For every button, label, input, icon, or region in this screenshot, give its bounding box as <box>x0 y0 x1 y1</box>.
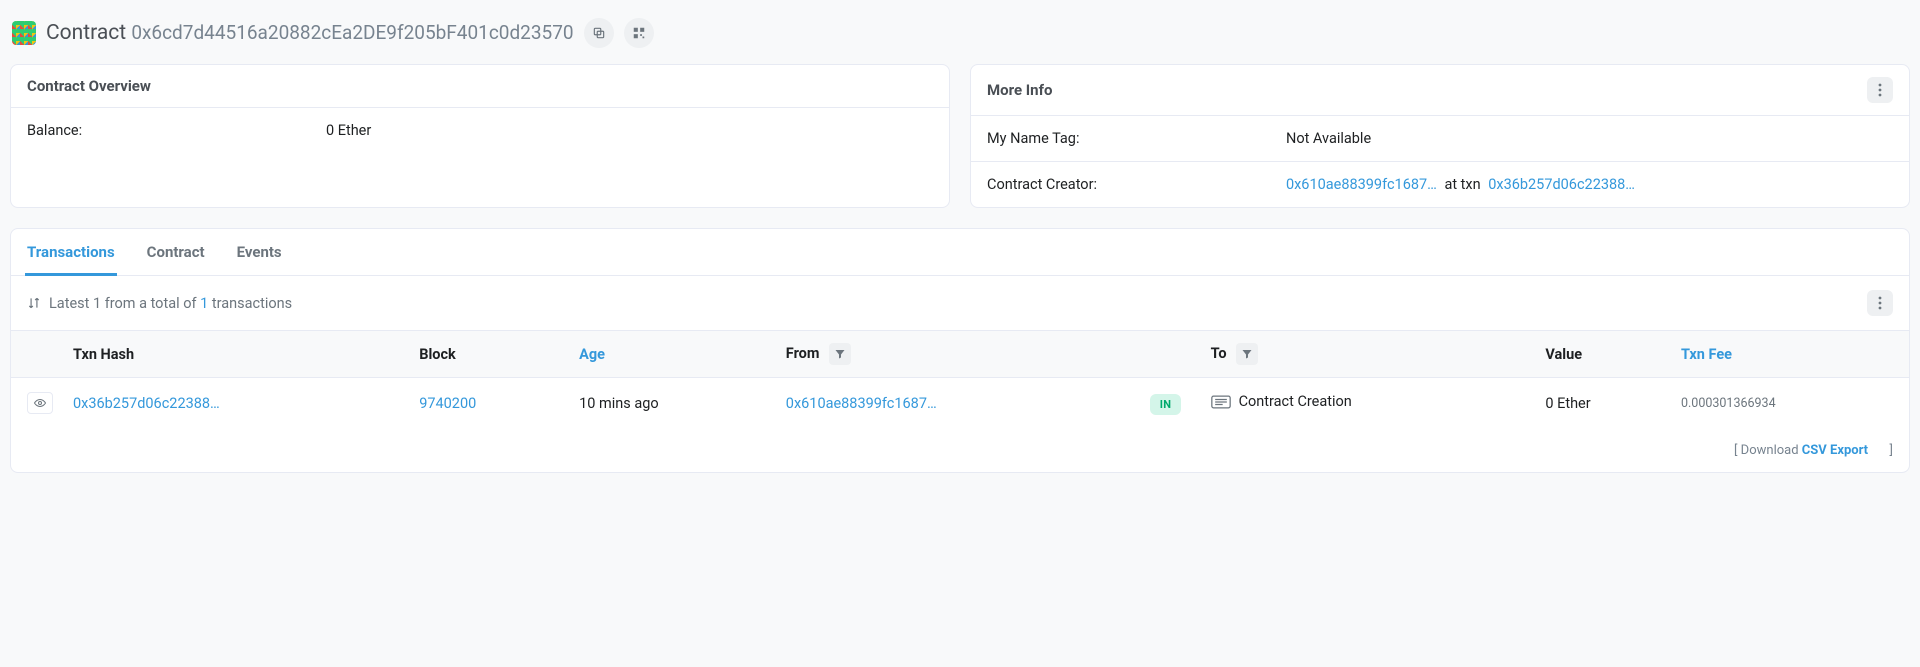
from-address-link[interactable]: 0x610ae88399fc1687… <box>786 395 937 412</box>
more-info-card: More Info My Name Tag: Not Available Con… <box>970 64 1910 208</box>
copy-address-button[interactable] <box>584 18 614 48</box>
tx-menu-button[interactable] <box>1867 290 1893 316</box>
tx-summary: Latest 1 from a total of 1 transactions <box>49 295 292 312</box>
txn-hash-link[interactable]: 0x36b257d06c22388… <box>73 395 220 412</box>
col-block: Block <box>409 331 569 378</box>
col-txn-hash: Txn Hash <box>63 331 409 378</box>
page-title: Contract 0x6cd7d44516a20882cEa2DE9f205bF… <box>46 21 574 45</box>
creator-txn-link[interactable]: 0x36b257d06c22388… <box>1488 176 1635 193</box>
contract-overview-card: Contract Overview Balance: 0 Ether <box>10 64 950 208</box>
tab-transactions[interactable]: Transactions <box>25 229 117 276</box>
tx-fee: 0.000301366934 <box>1671 378 1909 429</box>
qr-icon <box>632 26 646 40</box>
title-label: Contract <box>46 21 126 45</box>
more-info-menu-button[interactable] <box>1867 77 1893 103</box>
csv-export-link[interactable]: CSV Export <box>1802 443 1887 458</box>
col-value: Value <box>1535 331 1671 378</box>
contract-address: 0x6cd7d44516a20882cEa2DE9f205bF401c0d235… <box>131 21 573 44</box>
copy-icon <box>592 26 606 40</box>
card-title: Contract Overview <box>27 77 151 95</box>
funnel-icon <box>834 348 846 360</box>
direction-badge: IN <box>1150 394 1182 415</box>
contract-identicon <box>12 21 36 45</box>
page-header: Contract 0x6cd7d44516a20882cEa2DE9f205bF… <box>10 10 1910 64</box>
csv-export-label: CSV Export <box>1802 443 1868 458</box>
col-from-label: From <box>786 345 820 362</box>
from-filter-button[interactable] <box>829 343 851 365</box>
col-to: To <box>1201 331 1536 378</box>
col-age[interactable]: Age <box>569 331 776 378</box>
col-txn-fee[interactable]: Txn Fee <box>1671 331 1909 378</box>
name-tag-value: Not Available <box>1286 130 1893 147</box>
creator-address-link[interactable]: 0x610ae88399fc1687… <box>1286 176 1437 193</box>
col-from: From <box>776 331 1131 378</box>
document-icon <box>1211 395 1231 409</box>
download-prefix: [ Download <box>1734 443 1802 458</box>
to-filter-button[interactable] <box>1236 343 1258 365</box>
block-link[interactable]: 9740200 <box>419 395 476 412</box>
tab-events[interactable]: Events <box>235 229 284 276</box>
download-suffix: ] <box>1886 443 1893 458</box>
to-contract-creation: Contract Creation <box>1211 393 1352 410</box>
tx-summary-prefix: Latest 1 from a total of <box>49 295 200 312</box>
sort-icon <box>27 296 41 310</box>
card-title: More Info <box>987 81 1052 99</box>
balance-value: 0 Ether <box>326 122 933 139</box>
balance-row: Balance: 0 Ether <box>11 108 949 153</box>
kebab-icon <box>1878 83 1882 97</box>
kebab-icon <box>1878 296 1882 310</box>
balance-label: Balance: <box>27 122 326 139</box>
eye-icon <box>32 397 48 409</box>
at-txn-text: at txn <box>1444 176 1480 193</box>
panel-footer: [ Download CSV Export ] <box>11 428 1909 472</box>
name-tag-label: My Name Tag: <box>987 130 1286 147</box>
card-header: More Info <box>971 65 1909 116</box>
creator-label: Contract Creator: <box>987 176 1286 193</box>
tx-age: 10 mins ago <box>569 378 776 429</box>
col-to-label: To <box>1211 345 1227 362</box>
summary-cards-row: Contract Overview Balance: 0 Ether More … <box>10 64 1910 208</box>
to-label: Contract Creation <box>1239 393 1352 410</box>
tab-contract[interactable]: Contract <box>145 229 207 276</box>
transactions-panel: Transactions Contract Events Latest 1 fr… <box>10 228 1910 473</box>
col-age-label: Age <box>579 346 605 363</box>
panel-toolbar: Latest 1 from a total of 1 transactions <box>11 276 1909 330</box>
tx-preview-button[interactable] <box>27 392 53 414</box>
creator-row: Contract Creator: 0x610ae88399fc1687… at… <box>971 161 1909 207</box>
name-tag-row: My Name Tag: Not Available <box>971 116 1909 161</box>
table-row: 0x36b257d06c22388… 9740200 10 mins ago 0… <box>11 378 1909 429</box>
col-txn-fee-label: Txn Fee <box>1681 346 1732 363</box>
funnel-icon <box>1241 348 1253 360</box>
overview-spacer <box>11 153 949 193</box>
panel-tabs: Transactions Contract Events <box>11 229 1909 276</box>
creator-value: 0x610ae88399fc1687… at txn 0x36b257d06c2… <box>1286 176 1893 193</box>
card-header: Contract Overview <box>11 65 949 108</box>
transactions-table: Txn Hash Block Age From To Value <box>11 330 1909 428</box>
qr-code-button[interactable] <box>624 18 654 48</box>
tx-summary-suffix: transactions <box>208 295 292 312</box>
tx-value: 0 Ether <box>1535 378 1671 429</box>
download-icon <box>1873 443 1886 456</box>
